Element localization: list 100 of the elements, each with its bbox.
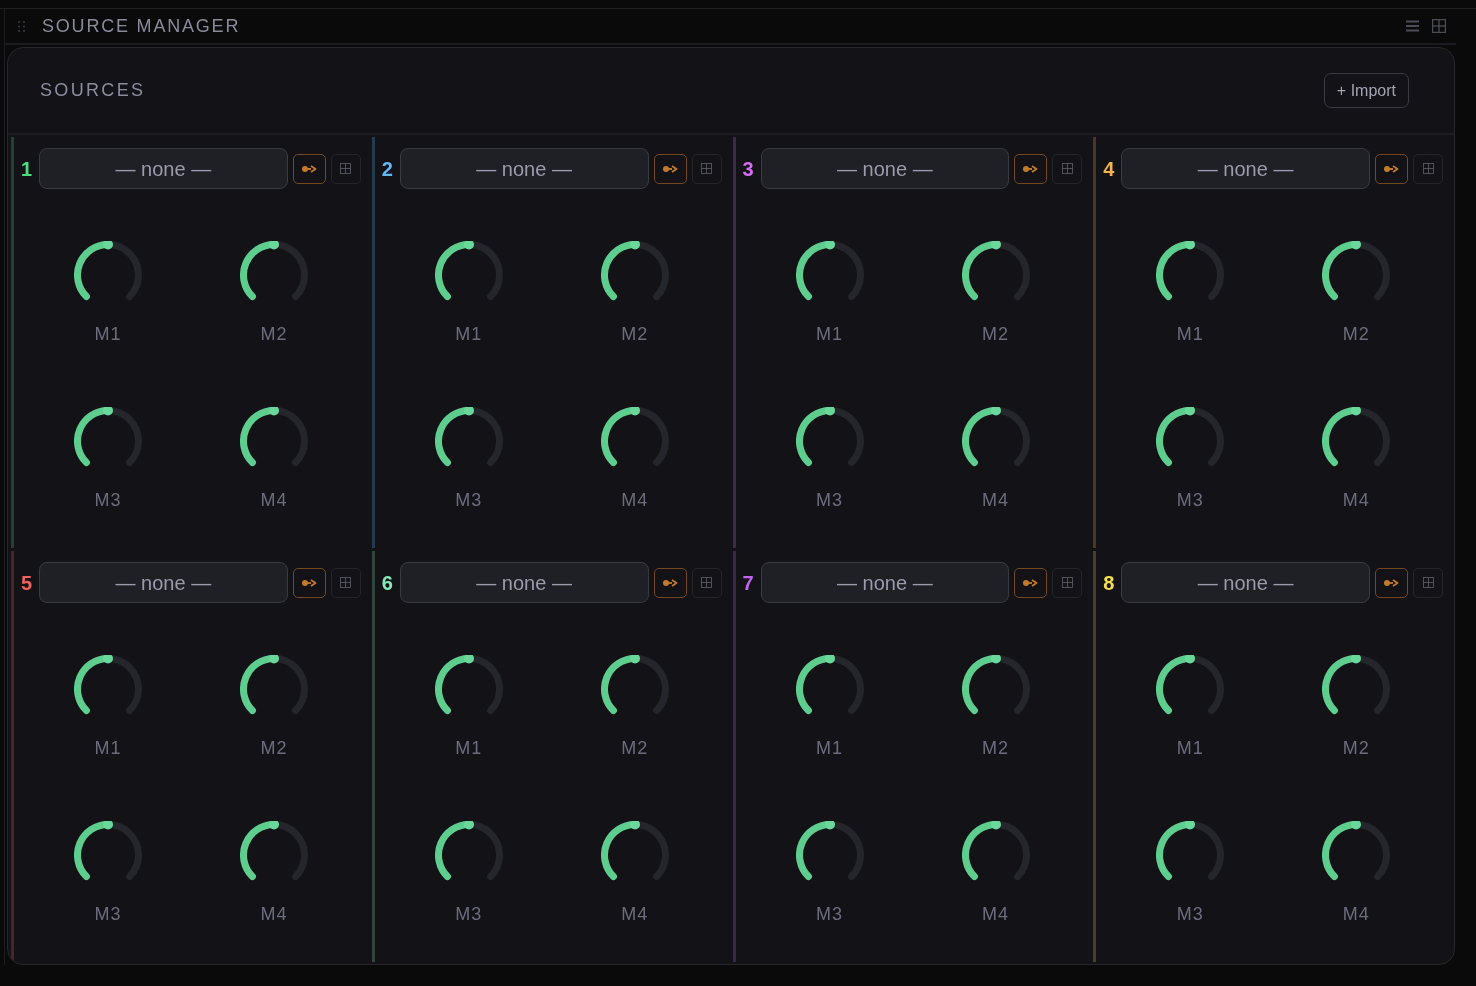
knob-label: M2 xyxy=(982,739,1009,757)
source-select[interactable]: — none — xyxy=(39,562,288,603)
knob[interactable] xyxy=(434,655,503,715)
knob[interactable] xyxy=(74,821,142,881)
route-button[interactable] xyxy=(1014,567,1048,598)
source-select[interactable]: — none — xyxy=(760,562,1010,603)
section-heading: SOURCES xyxy=(40,79,146,102)
knob-label: M3 xyxy=(455,905,483,923)
knob[interactable] xyxy=(1322,241,1391,301)
knob-label: M2 xyxy=(260,739,288,757)
knob[interactable] xyxy=(600,407,669,467)
knob-label: M3 xyxy=(94,491,122,509)
knob-label: M4 xyxy=(260,491,288,509)
dot-arrow-icon xyxy=(1023,578,1039,587)
route-button[interactable] xyxy=(653,567,687,598)
knob-label: M1 xyxy=(94,325,122,343)
knob[interactable] xyxy=(961,241,1030,301)
knob-label: M2 xyxy=(1342,739,1370,757)
knob[interactable] xyxy=(1156,241,1225,301)
knob[interactable] xyxy=(961,821,1030,881)
knob-label: M1 xyxy=(816,739,843,757)
knob-label: M3 xyxy=(1176,905,1204,923)
knob[interactable] xyxy=(795,655,864,715)
knob-label: M2 xyxy=(621,739,649,757)
knob[interactable] xyxy=(1322,407,1391,467)
grid-icon xyxy=(701,163,712,174)
knob-label: M3 xyxy=(816,491,843,509)
knob-label: M1 xyxy=(455,739,483,757)
knob[interactable] xyxy=(600,655,669,715)
knob[interactable] xyxy=(1156,821,1225,881)
import-button[interactable]: + Import xyxy=(1323,73,1409,108)
knob-label: M4 xyxy=(1342,491,1370,509)
drag-handle-icon[interactable] xyxy=(18,20,25,32)
source-select[interactable]: — none — xyxy=(399,562,649,603)
grid-icon xyxy=(340,577,352,588)
route-button[interactable] xyxy=(653,153,687,184)
grid-icon xyxy=(1422,577,1434,588)
knob[interactable] xyxy=(961,407,1030,467)
knob[interactable] xyxy=(795,821,864,881)
dot-arrow-icon xyxy=(301,578,317,587)
route-button[interactable] xyxy=(1375,567,1408,598)
slot-number: 5 xyxy=(20,572,33,593)
knob[interactable] xyxy=(600,821,669,881)
knob[interactable] xyxy=(240,241,308,301)
slot-number: 7 xyxy=(741,572,755,593)
knob-label: M1 xyxy=(1176,739,1204,757)
knob[interactable] xyxy=(795,241,864,301)
knob[interactable] xyxy=(1322,655,1391,715)
knob-label: M3 xyxy=(1176,491,1204,509)
route-button[interactable] xyxy=(292,153,326,184)
slot-number: 4 xyxy=(1102,158,1116,179)
panel-title: SOURCE MANAGER xyxy=(42,14,241,38)
grid-icon xyxy=(1422,163,1434,174)
route-button[interactable] xyxy=(1375,153,1408,184)
knob[interactable] xyxy=(1156,655,1225,715)
source-select[interactable]: — none — xyxy=(1121,562,1370,603)
slot-number: 1 xyxy=(20,158,33,179)
source-select[interactable]: — none — xyxy=(39,148,288,189)
knob-label: M3 xyxy=(94,905,122,923)
knob-label: M4 xyxy=(260,905,288,923)
knob[interactable] xyxy=(434,407,503,467)
knob-label: M4 xyxy=(982,905,1009,923)
knob[interactable] xyxy=(74,407,142,467)
knob-label: M4 xyxy=(621,491,649,509)
knob-label: M4 xyxy=(621,905,649,923)
dot-arrow-icon xyxy=(301,164,317,173)
knob-label: M2 xyxy=(260,325,288,343)
grid-icon xyxy=(340,163,352,174)
slot-number: 3 xyxy=(741,158,755,179)
knob-label: M1 xyxy=(94,739,122,757)
route-button[interactable] xyxy=(1014,153,1048,184)
dot-arrow-icon xyxy=(1384,578,1399,587)
knob[interactable] xyxy=(434,241,503,301)
knob-label: M3 xyxy=(455,491,483,509)
knob[interactable] xyxy=(74,241,142,301)
route-button[interactable] xyxy=(292,567,326,598)
slot-number: 2 xyxy=(380,158,394,179)
slot-number: 8 xyxy=(1102,572,1116,593)
grid-icon xyxy=(701,577,712,588)
source-select[interactable]: — none — xyxy=(1121,148,1370,189)
dot-arrow-icon xyxy=(1023,164,1039,173)
dot-arrow-icon xyxy=(662,164,678,173)
knob-label: M3 xyxy=(816,905,843,923)
knob[interactable] xyxy=(240,407,308,467)
knob[interactable] xyxy=(434,821,503,881)
knob[interactable] xyxy=(600,241,669,301)
source-select[interactable]: — none — xyxy=(760,148,1010,189)
knob[interactable] xyxy=(240,821,308,881)
source-select[interactable]: — none — xyxy=(399,148,649,189)
knob[interactable] xyxy=(1322,821,1391,881)
knob-label: M1 xyxy=(1176,325,1204,343)
knob-label: M1 xyxy=(455,325,483,343)
knob[interactable] xyxy=(1156,407,1225,467)
grid-icon xyxy=(1061,577,1073,588)
knob[interactable] xyxy=(74,655,142,715)
knob[interactable] xyxy=(240,655,308,715)
knob[interactable] xyxy=(961,655,1030,715)
knob-label: M2 xyxy=(621,325,649,343)
knob[interactable] xyxy=(795,407,864,467)
knob-label: M4 xyxy=(982,491,1009,509)
